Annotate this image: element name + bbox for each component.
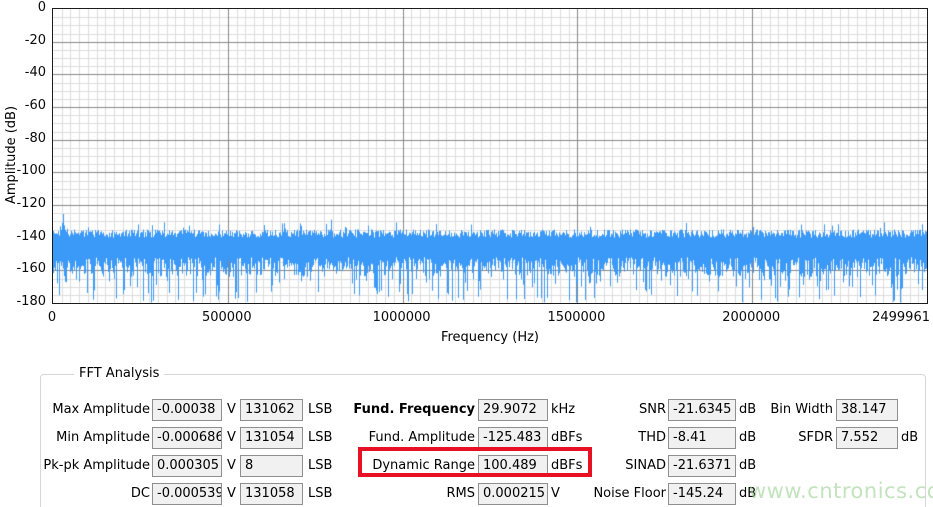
- x-tick-label: 2000000: [722, 310, 780, 326]
- fft-analysis-title: FFT Analysis: [74, 366, 164, 381]
- y-tick-label: 0: [0, 0, 46, 16]
- y-tick-label: -180: [0, 294, 46, 310]
- dc-volts-field[interactable]: -0.000539: [152, 483, 222, 505]
- fft-plot-area: [52, 8, 928, 304]
- sfdr-field[interactable]: 7.552: [836, 427, 898, 449]
- dc-volts-unit: V: [227, 483, 236, 505]
- max-amplitude-volts-unit: V: [227, 399, 236, 421]
- sinad-label: SINAD: [558, 455, 666, 477]
- pkpk-amplitude-lsb-unit: LSB: [308, 455, 332, 477]
- min-amplitude-volts-field[interactable]: -0.000686: [152, 427, 222, 449]
- fund-frequency-field[interactable]: 29.9072: [478, 399, 548, 421]
- fft-analyzer-window: Amplitude (dB) 0 -20 -40 -60 -80 -100 -120 -140…: [0, 0, 933, 507]
- thd-field[interactable]: -8.41: [668, 427, 736, 449]
- x-axis-title: Frequency (Hz): [52, 330, 928, 345]
- y-tick-label: -140: [0, 229, 46, 245]
- pkpk-amplitude-volts-unit: V: [227, 455, 236, 477]
- dc-label: DC: [30, 483, 150, 505]
- fund-amplitude-label: Fund. Amplitude: [348, 427, 475, 449]
- x-tick-label: 1500000: [547, 310, 605, 326]
- rms-field[interactable]: 0.000215: [478, 483, 548, 505]
- fund-frequency-label: Fund. Frequency: [348, 399, 475, 421]
- pkpk-amplitude-label: Pk-pk Amplitude: [30, 455, 150, 477]
- bin-width-field[interactable]: 38.147: [836, 399, 898, 421]
- spectrum-canvas: [53, 9, 927, 303]
- max-amplitude-volts-field[interactable]: -0.00038: [152, 399, 222, 421]
- y-tick-label: -120: [0, 196, 46, 212]
- snr-label: SNR: [558, 399, 666, 421]
- y-tick-label: -80: [0, 131, 46, 147]
- y-tick-label: -100: [0, 163, 46, 179]
- rms-label: RMS: [348, 483, 475, 505]
- dynamic-range-field[interactable]: 100.489: [478, 455, 548, 477]
- y-tick-label: -160: [0, 261, 46, 277]
- dc-lsb-unit: LSB: [308, 483, 332, 505]
- y-tick-label: -60: [0, 98, 46, 114]
- sinad-unit: dB: [739, 455, 756, 477]
- x-tick-label: 0: [48, 310, 56, 326]
- sfdr-unit: dB: [901, 427, 918, 449]
- bin-width-label: Bin Width: [743, 399, 833, 421]
- min-amplitude-lsb-unit: LSB: [308, 427, 332, 449]
- sinad-field[interactable]: -21.6371: [668, 455, 736, 477]
- min-amplitude-volts-unit: V: [227, 427, 236, 449]
- thd-label: THD: [558, 427, 666, 449]
- sfdr-label: SFDR: [743, 427, 833, 449]
- snr-field[interactable]: -21.6345: [668, 399, 736, 421]
- noise-floor-label: Noise Floor: [558, 483, 666, 505]
- max-amplitude-label: Max Amplitude: [30, 399, 150, 421]
- pkpk-amplitude-lsb-field[interactable]: 8: [240, 455, 303, 477]
- y-tick-label: -40: [0, 65, 46, 81]
- pkpk-amplitude-volts-field[interactable]: 0.000305: [152, 455, 222, 477]
- x-tick-label: 2499961: [872, 310, 930, 326]
- x-tick-label: 1000000: [373, 310, 431, 326]
- dc-lsb-field[interactable]: 131058: [240, 483, 303, 505]
- min-amplitude-label: Min Amplitude: [30, 427, 150, 449]
- y-tick-label: -20: [0, 33, 46, 49]
- noise-floor-unit: dB: [739, 483, 756, 505]
- dynamic-range-label: Dynamic Range: [348, 455, 475, 477]
- fund-amplitude-field[interactable]: -125.483: [478, 427, 548, 449]
- y-axis-title: Amplitude (dB): [4, 55, 20, 255]
- max-amplitude-lsb-field[interactable]: 131062: [240, 399, 303, 421]
- max-amplitude-lsb-unit: LSB: [308, 399, 332, 421]
- noise-floor-field[interactable]: -145.24: [668, 483, 736, 505]
- min-amplitude-lsb-field[interactable]: 131054: [240, 427, 303, 449]
- x-tick-label: 500000: [202, 310, 252, 326]
